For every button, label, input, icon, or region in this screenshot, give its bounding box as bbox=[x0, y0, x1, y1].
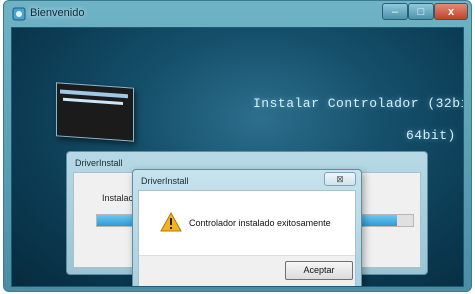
client-area: Instalar Controlador (32bit) 64bit) Driv… bbox=[11, 27, 464, 287]
close-button[interactable]: x bbox=[434, 3, 468, 20]
window-title: Bienvenido bbox=[30, 7, 85, 19]
dialog-close-button[interactable]: ⊠ bbox=[324, 172, 356, 186]
thumbnail-bar bbox=[60, 89, 128, 99]
preview-thumbnail bbox=[56, 82, 134, 142]
main-window: Bienvenido – □ x Instalar Controlador (3… bbox=[3, 0, 472, 292]
app-icon bbox=[12, 7, 26, 21]
ok-button[interactable]: Aceptar bbox=[285, 261, 353, 280]
dialog-title: DriverInstall bbox=[141, 176, 189, 186]
title-bar[interactable]: Bienvenido – □ x bbox=[4, 1, 471, 27]
dialog-body: Controlador instalado exitosamente Acept… bbox=[138, 190, 356, 286]
maximize-button[interactable]: □ bbox=[408, 3, 434, 20]
warning-icon bbox=[160, 212, 182, 232]
message-text: Controlador instalado exitosamente bbox=[189, 218, 331, 228]
minimize-button[interactable]: – bbox=[382, 3, 408, 20]
dialog-title: DriverInstall bbox=[75, 158, 123, 168]
install-32bit-option[interactable]: Instalar Controlador (32bit) bbox=[253, 96, 463, 111]
message-dialog: DriverInstall ⊠ Controlador instalado ex… bbox=[132, 169, 362, 286]
thumbnail-bar bbox=[63, 97, 123, 105]
install-64bit-option[interactable]: 64bit) bbox=[406, 128, 456, 143]
